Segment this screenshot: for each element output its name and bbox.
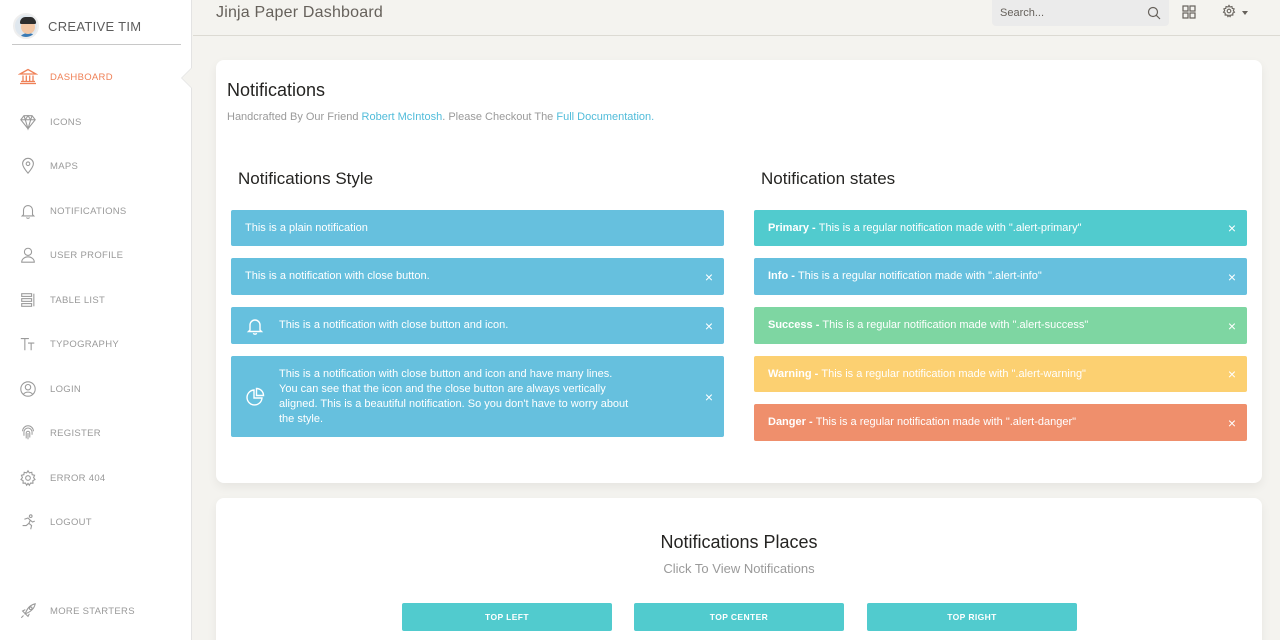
close-icon[interactable]: ×	[705, 319, 713, 333]
sidebar-item-label: TYPOGRAPHY	[50, 338, 119, 350]
search-box	[992, 0, 1169, 26]
alert-text: This is a notification with close button…	[245, 270, 430, 282]
alert-multiline: This is a notification with close button…	[231, 356, 724, 437]
sidebar-item-maps[interactable]: MAPS	[0, 148, 192, 184]
sidebar-item-label: MAPS	[50, 160, 79, 172]
brand-name: CREATIVE TIM	[48, 18, 142, 34]
notification-states-title: Notification states	[761, 169, 896, 188]
sidebar-item-icons[interactable]: ICONS	[0, 104, 192, 140]
fingerprint-icon	[18, 423, 38, 443]
subtitle-text: . Please Checkout The	[442, 111, 557, 123]
sidebar-item-label: LOGIN	[50, 383, 82, 395]
alert-text: This is a regular notification made with…	[822, 319, 1089, 331]
running-icon	[18, 512, 38, 532]
close-icon[interactable]: ×	[1228, 367, 1236, 381]
close-icon[interactable]: ×	[1228, 221, 1236, 235]
sidebar-item-table-list[interactable]: TABLE LIST	[0, 282, 192, 318]
subtitle-text: Handcrafted By Our Friend	[227, 111, 362, 123]
avatar	[13, 13, 39, 39]
alert-strong: Primary -	[768, 221, 819, 234]
bank-icon	[18, 67, 38, 87]
sidebar-item-register[interactable]: REGISTER	[0, 415, 192, 451]
active-indicator	[181, 67, 192, 89]
sidebar-item-error-404[interactable]: ERROR 404	[0, 460, 192, 496]
sidebar-item-typography[interactable]: TYPOGRAPHY	[0, 326, 192, 362]
gear-icon	[1222, 3, 1236, 23]
grid-icon[interactable]	[1182, 5, 1198, 21]
top-left-button[interactable]: TOP LEFT	[402, 603, 612, 631]
top-center-button[interactable]: TOP CENTER	[634, 603, 844, 631]
documentation-link[interactable]: Full Documentation.	[556, 111, 654, 123]
alert-warning: Warning - This is a regular notification…	[754, 356, 1247, 392]
rocket-icon	[18, 601, 38, 621]
sidebar: CREATIVE TIM DASHBOARD ICONS MAPS NOTIFI…	[0, 0, 192, 640]
author-link[interactable]: Robert McIntosh	[362, 111, 443, 123]
page-title[interactable]: Jinja Paper Dashboard	[216, 4, 383, 22]
alert-with-close: This is a notification with close button…	[231, 258, 724, 295]
close-icon[interactable]: ×	[705, 270, 713, 284]
alert-text: This is a regular notification made with…	[821, 367, 1086, 380]
chevron-down-icon	[1242, 11, 1248, 15]
sidebar-item-more-starters[interactable]: MORE STARTERS	[0, 593, 192, 629]
brand[interactable]: CREATIVE TIM	[12, 8, 181, 45]
sidebar-item-label: TABLE LIST	[50, 294, 106, 306]
alert-text: This is a regular notification made with…	[818, 221, 1082, 234]
alert-text: This is a regular notification made with…	[797, 270, 1042, 282]
sidebar-item-dashboard[interactable]: DASHBOARD	[0, 59, 192, 95]
sidebar-item-label: ICONS	[50, 116, 82, 128]
alert-text: This is a notification with close button…	[279, 319, 509, 331]
alert-strong: Danger -	[768, 416, 816, 428]
sidebar-item-label: MORE STARTERS	[50, 605, 135, 617]
card-title: Notifications	[227, 80, 326, 100]
alert-info: Info - This is a regular notification ma…	[754, 258, 1247, 295]
bell-icon	[244, 315, 266, 337]
alert-plain: This is a plain notification	[231, 210, 724, 246]
card-subtitle: Handcrafted By Our Friend Robert McIntos…	[227, 111, 654, 123]
places-title: Notifications Places	[660, 532, 818, 552]
alert-strong: Warning -	[768, 367, 822, 380]
close-icon[interactable]: ×	[1228, 416, 1236, 430]
sidebar-item-label: ERROR 404	[50, 472, 106, 484]
close-icon[interactable]: ×	[705, 390, 713, 404]
alert-with-icon: This is a notification with close button…	[231, 307, 724, 344]
sidebar-item-notifications[interactable]: NOTIFICATIONS	[0, 193, 192, 229]
notification-places-card: Notifications Places Click To View Notif…	[216, 498, 1262, 640]
sidebar-item-user-profile[interactable]: USER PROFILE	[0, 237, 192, 273]
user-icon	[18, 245, 38, 265]
places-subtitle: Click To View Notifications	[663, 561, 815, 576]
alert-danger: Danger - This is a regular notification …	[754, 404, 1247, 441]
alert-text: This is a regular notification made with…	[815, 416, 1077, 428]
sidebar-item-label: NOTIFICATIONS	[50, 205, 127, 217]
sidebar-item-label: USER PROFILE	[50, 249, 124, 261]
sidebar-item-label: REGISTER	[50, 427, 101, 439]
close-icon[interactable]: ×	[1228, 319, 1236, 333]
search-input[interactable]	[992, 0, 1142, 26]
alert-strong: Success -	[768, 319, 823, 331]
sidebar-item-label: DASHBOARD	[50, 71, 113, 83]
user-circle-icon	[18, 379, 38, 399]
alert-primary: Primary - This is a regular notification…	[754, 210, 1247, 246]
alert-success: Success - This is a regular notification…	[754, 307, 1247, 344]
search-icon[interactable]	[1147, 6, 1161, 20]
close-icon[interactable]: ×	[1228, 270, 1236, 284]
alert-text: This is a plain notification	[245, 221, 368, 234]
bell-icon	[18, 201, 38, 221]
table-list-icon	[18, 290, 38, 310]
settings-dropdown[interactable]	[1222, 3, 1252, 23]
notifications-card: Notifications Handcrafted By Our Friend …	[216, 60, 1262, 483]
top-right-button[interactable]: TOP RIGHT	[867, 603, 1077, 631]
sidebar-item-logout[interactable]: LOGOUT	[0, 504, 192, 540]
pie-chart-icon	[244, 386, 266, 408]
typography-icon	[18, 334, 38, 354]
map-pin-icon	[18, 156, 38, 176]
gear-icon	[18, 468, 38, 488]
alert-strong: Info -	[768, 270, 798, 282]
top-navbar: Jinja Paper Dashboard	[193, 0, 1280, 36]
diamond-icon	[18, 112, 38, 132]
sidebar-item-label: LOGOUT	[50, 516, 92, 528]
notifications-style-title: Notifications Style	[238, 169, 374, 188]
alert-text: This is a notification with close button…	[279, 367, 629, 425]
sidebar-item-login[interactable]: LOGIN	[0, 371, 192, 407]
